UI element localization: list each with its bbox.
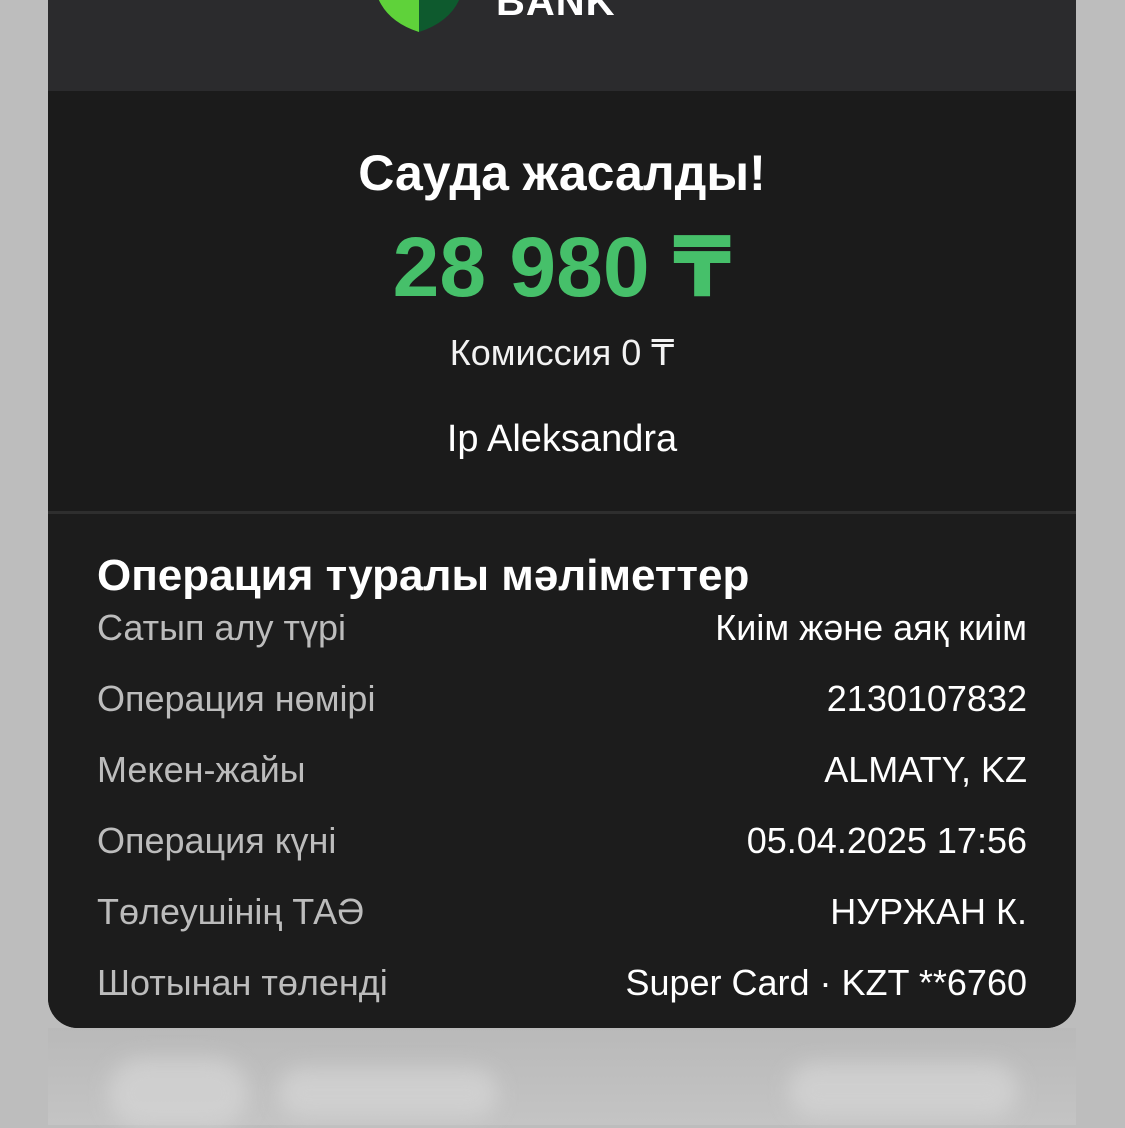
payment-summary: Сауда жасалды! 28 980 ₸ Комиссия 0 ₸ Ip … <box>48 91 1076 511</box>
detail-label: Шотынан төленді <box>97 962 388 1003</box>
bank-header: BANK <box>48 0 1076 91</box>
success-title: Сауда жасалды! <box>358 145 766 201</box>
detail-value: 2130107832 <box>826 678 1027 719</box>
detail-label: Операция күні <box>97 820 337 861</box>
detail-label: Операция нөмірі <box>97 678 376 719</box>
detail-value: 05.04.2025 17:56 <box>746 820 1027 861</box>
detail-value: Киім және аяқ киім <box>715 607 1027 648</box>
commission-text: Комиссия 0 ₸ <box>449 332 675 373</box>
detail-value: НУРЖАН К. <box>830 891 1027 932</box>
detail-row-address: Мекен-жайы ALMATY, KZ <box>97 748 1027 792</box>
detail-label: Мекен-жайы <box>97 749 306 790</box>
detail-row-paid-from: Шотынан төленді Super Card · KZT **6760 <box>97 961 1027 1005</box>
receipt-card: BANK Сауда жасалды! 28 980 ₸ Комиссия 0 … <box>48 0 1076 1028</box>
bank-logo-text: BANK <box>496 0 616 24</box>
blurred-shape <box>278 1068 498 1118</box>
detail-label: Сатып алу түрі <box>97 607 347 648</box>
merchant-name: Ip Aleksandra <box>446 418 678 460</box>
detail-row-purchase-type: Сатып алу түрі Киім және аяқ киім <box>97 606 1027 650</box>
detail-row-operation-date: Операция күні 05.04.2025 17:56 <box>97 819 1027 863</box>
payment-amount: 28 980 ₸ <box>392 220 732 314</box>
detail-label: Төлеушінің ТАӘ <box>97 891 365 932</box>
blurred-background <box>48 1028 1076 1128</box>
blurred-shape <box>108 1058 248 1128</box>
detail-value: ALMATY, KZ <box>824 749 1027 790</box>
detail-row-payer-name: Төлеушінің ТАӘ НУРЖАН К. <box>97 890 1027 934</box>
details-title: Операция туралы мәліметтер <box>97 551 750 600</box>
operation-details: Операция туралы мәліметтер Сатып алу түр… <box>48 514 1076 1028</box>
detail-value: Super Card · KZT **6760 <box>625 962 1027 1003</box>
bank-shield-icon <box>378 0 460 32</box>
blurred-shape <box>788 1063 1018 1118</box>
detail-row-operation-number: Операция нөмірі 2130107832 <box>97 677 1027 721</box>
